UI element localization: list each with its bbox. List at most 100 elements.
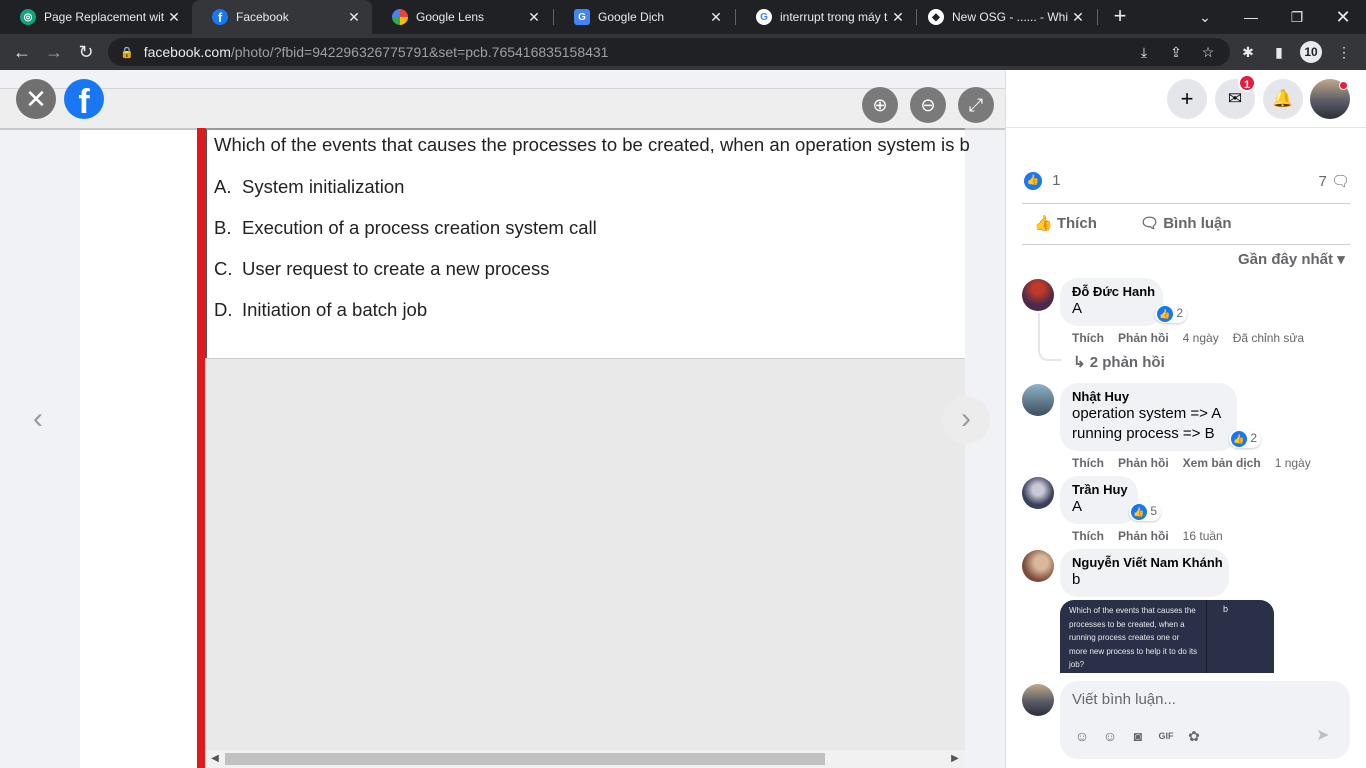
close-tab-icon[interactable]: ✕ bbox=[1068, 9, 1088, 26]
composer-avatar[interactable] bbox=[1022, 684, 1054, 716]
comment-reply-link[interactable]: Phản hồi bbox=[1118, 456, 1169, 470]
comment-author[interactable]: Đỗ Đức Hanh bbox=[1072, 284, 1155, 299]
comment-like-link[interactable]: Thích bbox=[1072, 456, 1104, 470]
comment-like-link[interactable]: Thích bbox=[1072, 529, 1104, 543]
see-translation-link[interactable]: Xem bản dịch bbox=[1183, 456, 1261, 470]
tab-search-icon[interactable]: ⌄ bbox=[1182, 0, 1228, 34]
like-reaction-icon: 👍 bbox=[1157, 306, 1173, 322]
close-tab-icon[interactable]: ✕ bbox=[888, 9, 908, 26]
comment-like-link[interactable]: Thích bbox=[1072, 331, 1104, 345]
url-path: /photo/?fbid=942296326775791&set=pcb.765… bbox=[230, 44, 609, 60]
tab-page-replacement[interactable]: ◎ Page Replacement wit ✕ bbox=[0, 0, 192, 34]
comment-time[interactable]: 4 ngày bbox=[1183, 331, 1219, 345]
extensions-icon[interactable]: ✱ bbox=[1238, 42, 1258, 62]
side-panel-icon[interactable]: ▮ bbox=[1269, 42, 1289, 62]
comment-time[interactable]: 1 ngày bbox=[1275, 456, 1311, 470]
comment-text: b bbox=[1072, 571, 1081, 588]
tab-title: interrupt trong máy tí bbox=[780, 10, 888, 24]
create-button[interactable]: + bbox=[1167, 79, 1207, 119]
close-tab-icon[interactable]: ✕ bbox=[344, 9, 364, 26]
comment-time[interactable]: 16 tuần bbox=[1183, 529, 1223, 543]
comment-author[interactable]: Nguyễn Viết Nam Khánh bbox=[1072, 555, 1223, 570]
comment-bubble: Trần Huy A bbox=[1060, 476, 1138, 524]
menu-kebab-icon[interactable]: ⋮ bbox=[1334, 42, 1354, 62]
like-count[interactable]: 1 bbox=[1052, 172, 1060, 189]
previous-photo-button[interactable]: ‹ bbox=[14, 396, 62, 444]
account-notification-dot bbox=[1339, 81, 1348, 90]
comment-author[interactable]: Trần Huy bbox=[1072, 482, 1128, 497]
gif-icon[interactable]: GIF bbox=[1156, 726, 1176, 746]
back-button[interactable]: ← bbox=[10, 40, 34, 64]
bookmark-star-icon[interactable]: ☆ bbox=[1198, 42, 1218, 62]
photo-red-border bbox=[197, 128, 205, 768]
camera-icon[interactable]: ◙ bbox=[1128, 726, 1148, 746]
comment-image-attachment[interactable]: Which of the events that causes the proc… bbox=[1060, 600, 1274, 673]
notifications-bell-icon[interactable]: 🔔 bbox=[1263, 79, 1303, 119]
attachment-text: Which of the events that causes the proc… bbox=[1069, 606, 1198, 669]
comment-reply-link[interactable]: Phản hồi bbox=[1118, 331, 1169, 345]
lock-icon: 🔒 bbox=[120, 46, 134, 59]
sticker-icon[interactable]: ✿ bbox=[1184, 726, 1204, 746]
restore-button[interactable]: ❐ bbox=[1274, 0, 1320, 34]
like-button[interactable]: 👍 Thích bbox=[1034, 214, 1097, 232]
send-icon[interactable]: ➤ bbox=[1316, 725, 1329, 745]
share-icon[interactable]: ⇪ bbox=[1166, 42, 1186, 62]
facebook-logo[interactable]: f bbox=[64, 79, 104, 119]
tab-google-search[interactable]: G interrupt trong máy tí ✕ bbox=[736, 0, 916, 34]
comment-meta: Thích Phản hồi 16 tuần bbox=[1072, 529, 1237, 543]
zoom-in-button[interactable]: ⊕ bbox=[862, 87, 898, 123]
forward-button[interactable]: → bbox=[42, 40, 66, 64]
tab-google-lens[interactable]: Google Lens ✕ bbox=[372, 0, 552, 34]
tab-title: Google Lens bbox=[416, 10, 485, 24]
new-tab-button[interactable]: + bbox=[1108, 5, 1132, 29]
tab-separator bbox=[1097, 9, 1098, 25]
comment-composer[interactable]: Viết bình luận... ☺ ☺ ◙ GIF ✿ ➤ bbox=[1060, 681, 1350, 759]
emoji-icon[interactable]: ☺ bbox=[1100, 726, 1120, 746]
next-photo-button[interactable]: › bbox=[942, 396, 990, 444]
close-tab-icon[interactable]: ✕ bbox=[706, 9, 726, 26]
avatar[interactable] bbox=[1022, 550, 1054, 582]
like-reaction-icon: 👍 bbox=[1131, 504, 1147, 520]
comment-author[interactable]: Nhật Huy bbox=[1072, 389, 1225, 404]
close-tab-icon[interactable]: ✕ bbox=[524, 9, 544, 26]
comment-button[interactable]: 🗨 Bình luận bbox=[1140, 214, 1232, 232]
caret-down-icon: ▾ bbox=[1337, 251, 1345, 268]
reload-button[interactable]: ↻ bbox=[74, 40, 98, 64]
comment-reply-link[interactable]: Phản hồi bbox=[1118, 529, 1169, 543]
comment-count[interactable]: 7 🗨 bbox=[1318, 172, 1350, 190]
comment-edited: Đã chỉnh sửa bbox=[1232, 331, 1305, 345]
avatar-sticker-icon[interactable]: ☺ bbox=[1072, 726, 1092, 746]
close-tab-icon[interactable]: ✕ bbox=[164, 9, 184, 26]
install-icon[interactable]: ⤓ bbox=[1134, 42, 1154, 62]
avatar[interactable] bbox=[1022, 477, 1054, 509]
comment-reaction-count[interactable]: 👍 5 bbox=[1129, 503, 1162, 521]
tab-title: New OSG - ...... - Whic bbox=[952, 10, 1068, 24]
close-window-button[interactable]: ✕ bbox=[1320, 0, 1366, 34]
scroll-right-icon: ▶ bbox=[951, 753, 959, 764]
comment-sort-dropdown[interactable]: Gần đây nhất ▾ bbox=[1238, 250, 1345, 268]
close-viewer-button[interactable]: ✕ bbox=[16, 79, 56, 119]
view-replies-link[interactable]: ↳ 2 phản hồi bbox=[1073, 353, 1165, 371]
composer-placeholder[interactable]: Viết bình luận... bbox=[1072, 691, 1176, 708]
comment-text-line-2: running process => B bbox=[1072, 425, 1215, 442]
option-b: B. Execution of a process creation system… bbox=[214, 217, 597, 238]
like-reaction-icon: 👍 bbox=[1024, 172, 1042, 191]
comment-reaction-count[interactable]: 👍 2 bbox=[1155, 305, 1188, 323]
tab-google-translate[interactable]: G Google Dịch ✕ bbox=[554, 0, 734, 34]
minimize-button[interactable]: — bbox=[1228, 0, 1274, 34]
google-lens-icon bbox=[392, 9, 408, 25]
photo-horizontal-scrollbar: ◀ ▶ bbox=[205, 750, 965, 768]
scroll-thumb bbox=[225, 753, 825, 765]
profile-button[interactable]: 10 bbox=[1300, 41, 1322, 63]
comment-reaction-count[interactable]: 👍 2 bbox=[1229, 430, 1262, 448]
fullscreen-button[interactable]: ⤢ bbox=[958, 87, 994, 123]
address-bar[interactable]: 🔒 facebook.com/photo/?fbid=9422963267757… bbox=[108, 38, 1230, 66]
tab-new-osg[interactable]: ◆ New OSG - ...... - Whic ✕ bbox=[908, 0, 1096, 34]
tab-facebook[interactable]: f Facebook ✕ bbox=[192, 0, 372, 34]
scroll-left-icon: ◀ bbox=[211, 753, 219, 764]
avatar[interactable] bbox=[1022, 279, 1054, 311]
zoom-out-button[interactable]: ⊖ bbox=[910, 87, 946, 123]
like-reaction-icon: 👍 bbox=[1231, 431, 1247, 447]
url-host: facebook.com bbox=[143, 44, 231, 60]
avatar[interactable] bbox=[1022, 384, 1054, 416]
